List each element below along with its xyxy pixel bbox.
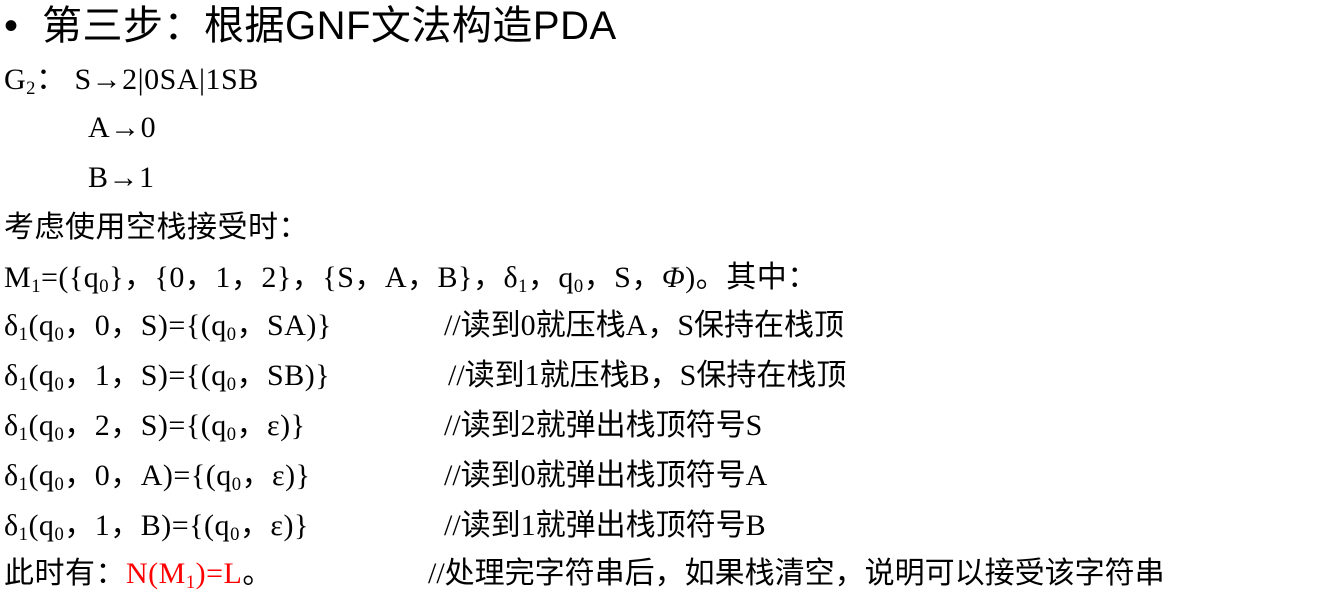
transition-row: δ1(q0，1，B)={(q0，ε)} — [4, 509, 309, 546]
conclusion-comment: //处理完字符串后，如果栈清空，说明可以接受该字符串 — [428, 557, 1165, 590]
transition-comment: //读到0就压栈A，S保持在栈顶 — [444, 309, 845, 342]
transition-row: δ1(q0，0，S)={(q0，SA)} — [4, 309, 332, 346]
transition-row: δ1(q0，0，A)={(q0，ε)} — [4, 459, 311, 496]
slide: • 第三步：根据GNF文法构造PDA G2： S→2|0SA|1SB A→0 B→1… — [0, 0, 1335, 595]
conclusion-label: 此时有： — [4, 557, 126, 590]
transition-comment: //读到1就压栈B，S保持在栈顶 — [448, 359, 847, 392]
slide-title: • 第三步：根据GNF文法构造PDA — [4, 2, 617, 50]
grammar-rule-a: A→0 — [88, 111, 157, 144]
bullet-icon: • — [4, 4, 19, 48]
conclusion-line: 此时有：N(M1)=L。 — [4, 557, 273, 594]
conclusion-equation: N(M1)=L — [126, 557, 243, 594]
empty-stack-label: 考虑使用空栈接受时： — [4, 211, 309, 244]
grammar-rule-s: G2： S→2|0SA|1SB — [4, 63, 259, 100]
transition-row: δ1(q0，2，S)={(q0，ε)} — [4, 409, 306, 446]
transition-comment: //读到1就弹出栈顶符号B — [444, 509, 766, 542]
grammar-rule-b: B→1 — [88, 161, 155, 194]
machine-definition: M1=({q0}，{0，1，2}，{S，A，B}，δ1，q0，S，Φ)。其中： — [4, 261, 818, 298]
title-text: 第三步：根据GNF文法构造PDA — [42, 4, 617, 48]
transition-row: δ1(q0，1，S)={(q0，SB)} — [4, 359, 331, 396]
transition-comment: //读到0就弹出栈顶符号A — [444, 459, 768, 492]
transition-comment: //读到2就弹出栈顶符号S — [444, 409, 763, 442]
